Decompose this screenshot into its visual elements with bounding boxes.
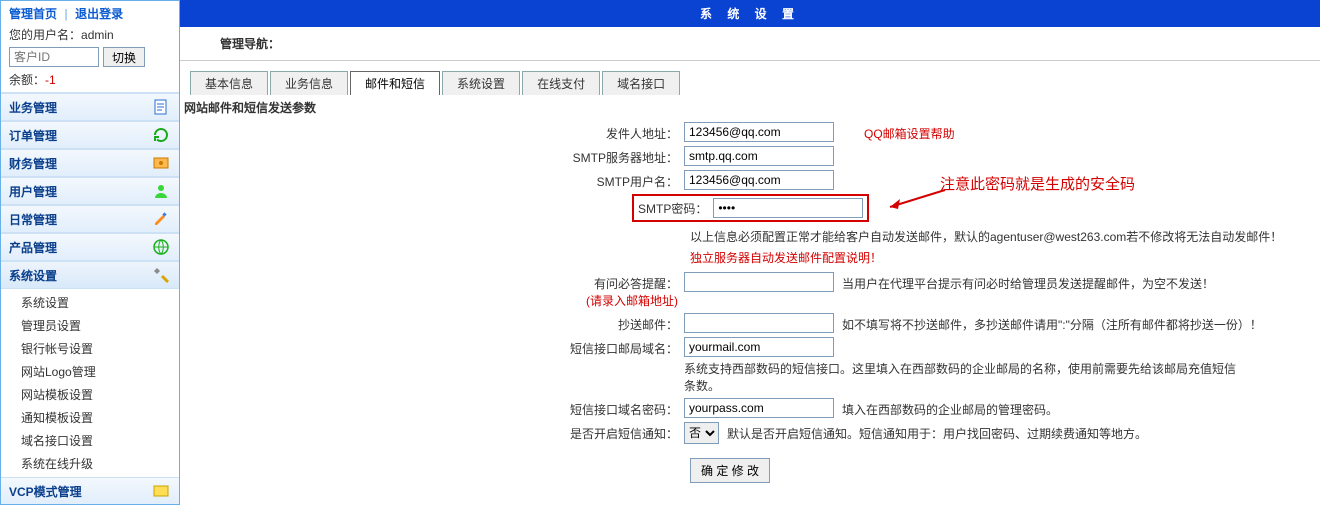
- annotation-password-note: 注意此密码就是生成的安全码: [940, 173, 1135, 194]
- link-qq-help[interactable]: QQ邮箱设置帮助: [864, 122, 955, 142]
- menu-business[interactable]: 业务管理: [1, 94, 179, 121]
- tab-basic[interactable]: 基本信息: [190, 71, 268, 95]
- section-title: 网站邮件和短信发送参数: [184, 99, 1320, 116]
- input-from-address[interactable]: [684, 122, 834, 142]
- smtp-password-highlight: SMTP密码：: [632, 194, 869, 222]
- help-sms-domain: 系统支持西部数码的短信接口。这里填入在西部数码的企业邮局的名称，使用前需要先给该…: [684, 357, 1244, 394]
- page-title: 系 统 设 置: [180, 0, 1320, 27]
- menu-system-settings[interactable]: 系统设置: [1, 262, 179, 289]
- customer-id-input[interactable]: [9, 47, 99, 67]
- balance-value: -1: [45, 73, 56, 87]
- menu-orders[interactable]: 订单管理: [1, 122, 179, 149]
- input-cc-mail[interactable]: [684, 313, 834, 333]
- menu-daily[interactable]: 日常管理: [1, 206, 179, 233]
- input-smtp-server[interactable]: [684, 146, 834, 166]
- label-ask-reminder: 有问必答提醒：(请录入邮箱地址): [184, 272, 684, 309]
- submenu-item[interactable]: 银行帐号设置: [21, 337, 179, 360]
- label-smtp-server: SMTP服务器地址：: [184, 146, 684, 166]
- user-icon: [151, 181, 171, 201]
- help-cc-mail: 如不填写将不抄送邮件，多抄送邮件请用":"分隔（注所有邮件都将抄送一份）！: [842, 313, 1262, 333]
- label-cc-mail: 抄送邮件：: [184, 313, 684, 333]
- submenu-system: 系统设置 管理员设置 银行帐号设置 网站Logo管理 网站模板设置 通知模板设置…: [1, 289, 179, 477]
- globe-icon: [151, 237, 171, 257]
- tab-payment[interactable]: 在线支付: [522, 71, 600, 95]
- submenu-item[interactable]: 通知模板设置: [21, 406, 179, 429]
- link-admin-home[interactable]: 管理首页: [9, 7, 57, 21]
- sidebar: 管理首页 | 退出登录 您的用户名：admin 切换 余额：-1 业务管理 订单…: [0, 0, 180, 505]
- edit-icon: [151, 209, 171, 229]
- tab-business[interactable]: 业务信息: [270, 71, 348, 95]
- label-from-address: 发件人地址：: [184, 122, 684, 142]
- vcp-icon: [151, 481, 171, 501]
- breadcrumb: 管理导航：: [180, 27, 1320, 61]
- tools-icon: [151, 265, 171, 285]
- arrow-icon: [880, 185, 950, 215]
- input-sms-password[interactable]: [684, 398, 834, 418]
- submenu-item[interactable]: 管理员设置: [21, 314, 179, 337]
- tab-mail-sms[interactable]: 邮件和短信: [350, 71, 440, 95]
- refresh-icon: [151, 125, 171, 145]
- help-ask-reminder: 当用户在代理平台提示有问必时给管理员发送提醒邮件，为空不发送！: [842, 272, 1214, 292]
- tab-bar: 基本信息 业务信息 邮件和短信 系统设置 在线支付 域名接口: [190, 71, 1320, 95]
- input-ask-reminder[interactable]: [684, 272, 834, 292]
- doc-icon: [151, 97, 171, 117]
- input-sms-domain[interactable]: [684, 337, 834, 357]
- submenu-item[interactable]: 域名接口设置: [21, 429, 179, 452]
- menu-finance[interactable]: 财务管理: [1, 150, 179, 177]
- select-sms-enable[interactable]: 否: [684, 422, 719, 444]
- current-username: admin: [81, 28, 114, 42]
- input-smtp-password[interactable]: [713, 198, 863, 218]
- help-sms-enable: 默认是否开启短信通知。短信通知用于：用户找回密码、过期续费通知等地方。: [727, 422, 1147, 442]
- label-sms-password: 短信接口域名密码：: [184, 398, 684, 418]
- help-sms-password: 填入在西部数码的企业邮局的管理密码。: [842, 398, 1058, 418]
- link-server-mail-config[interactable]: 独立服务器自动发送邮件配置说明！: [690, 247, 1320, 268]
- submenu-item[interactable]: 网站模板设置: [21, 383, 179, 406]
- label-smtp-password: SMTP密码：: [638, 200, 707, 217]
- submenu-item[interactable]: 系统在线升级: [21, 452, 179, 475]
- input-smtp-user[interactable]: [684, 170, 834, 190]
- label-sms-enable: 是否开启短信通知：: [184, 422, 684, 442]
- sidebar-user-panel: 管理首页 | 退出登录 您的用户名：admin 切换 余额：-1: [1, 1, 179, 93]
- tab-domain[interactable]: 域名接口: [602, 71, 680, 95]
- menu-users[interactable]: 用户管理: [1, 178, 179, 205]
- submit-button[interactable]: 确 定 修 改: [690, 458, 770, 483]
- switch-button[interactable]: 切换: [103, 47, 145, 67]
- main-panel: 系 统 设 置 管理导航： 基本信息 业务信息 邮件和短信 系统设置 在线支付 …: [180, 0, 1320, 505]
- note-config-required: 以上信息必须配置正常才能给客户自动发送邮件，默认的agentuser@west2…: [690, 226, 1320, 247]
- tab-system[interactable]: 系统设置: [442, 71, 520, 95]
- link-logout[interactable]: 退出登录: [75, 7, 123, 21]
- label-smtp-user: SMTP用户名：: [184, 170, 684, 190]
- submenu-item[interactable]: 系统设置: [21, 291, 179, 314]
- submenu-item[interactable]: 网站Logo管理: [21, 360, 179, 383]
- money-icon: [151, 153, 171, 173]
- menu-products[interactable]: 产品管理: [1, 234, 179, 261]
- label-sms-domain: 短信接口邮局域名：: [184, 337, 684, 357]
